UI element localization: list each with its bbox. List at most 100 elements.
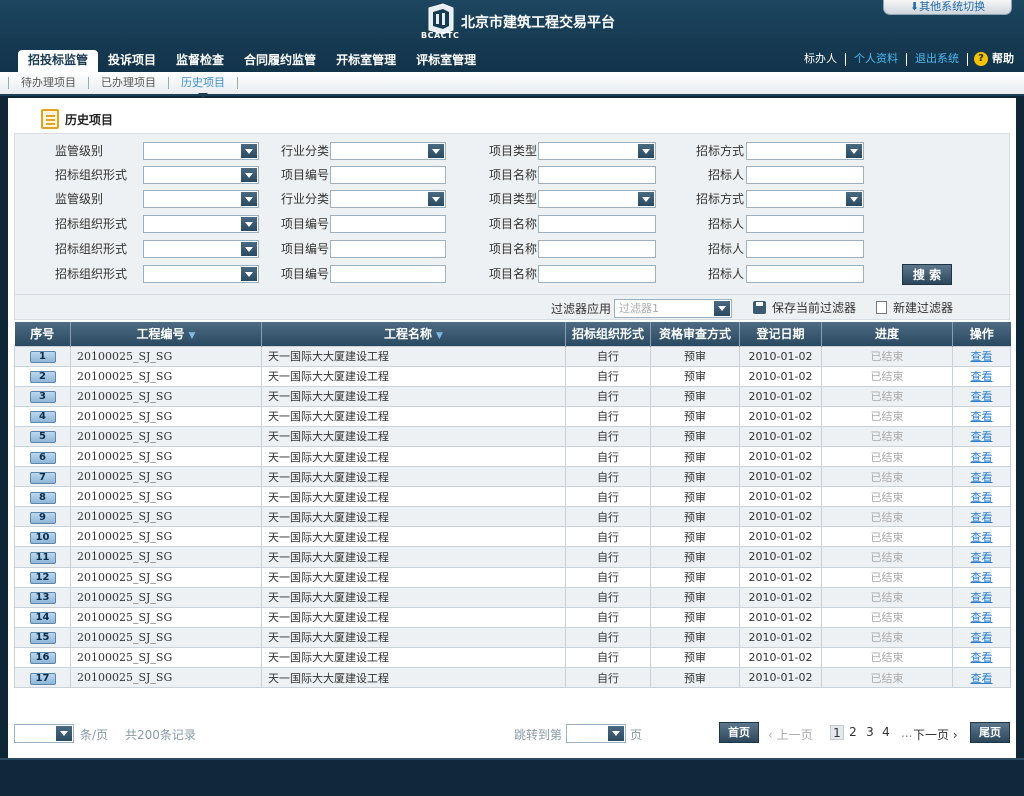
view-link[interactable]: 查看	[952, 666, 1011, 689]
org-form-cell: 自行	[565, 345, 651, 367]
col-header-name[interactable]: 工程名称 ▼	[261, 322, 566, 346]
filter-panel: 监管级别 行业分类 项目类型 招标方式 招标组织形式 项目编号 项目名称 招标人…	[14, 133, 1011, 320]
supervision-level-select[interactable]	[143, 142, 259, 160]
view-link[interactable]: 查看	[952, 626, 1011, 648]
view-link[interactable]: 查看	[952, 345, 1011, 367]
bid-org-form-select[interactable]	[143, 166, 259, 184]
register-date-cell: 2010-01-02	[739, 345, 822, 367]
page-number[interactable]: 1	[830, 725, 844, 740]
bid-org-form-select[interactable]	[143, 215, 259, 233]
register-date-cell: 2010-01-02	[739, 506, 822, 528]
first-page-button[interactable]: 首页	[719, 722, 759, 743]
bid-method-select[interactable]	[746, 142, 864, 160]
table-row: 5 20100025_SJ_SG 天一国际大大厦建设工程 自行 预审 2010-01-02…	[14, 425, 1011, 447]
row-number-badge: 8	[29, 491, 56, 504]
tenderer-input[interactable]	[746, 265, 864, 283]
help-link[interactable]: 帮助	[992, 52, 1014, 66]
project-code-input[interactable]	[330, 166, 446, 184]
register-date-cell: 2010-01-02	[739, 546, 822, 568]
register-date-cell: 2010-01-02	[739, 405, 822, 427]
nav-tab-bid-opening-room[interactable]: 开标室管理	[326, 50, 406, 72]
filter-label: 项目类型	[488, 144, 537, 158]
subnav-tab-pending[interactable]: 待办理项目	[8, 77, 88, 89]
bid-method-select[interactable]	[746, 190, 864, 208]
sort-down-icon[interactable]: ▼	[436, 331, 443, 341]
row-number-badge: 14	[29, 612, 56, 625]
view-link[interactable]: 查看	[952, 546, 1011, 568]
view-link[interactable]: 查看	[952, 606, 1011, 628]
row-number-cell: 10	[14, 526, 71, 548]
row-number-badge: 12	[29, 572, 56, 585]
tenderer-input[interactable]	[746, 166, 864, 184]
view-link[interactable]: 查看	[952, 425, 1011, 447]
next-page-link[interactable]: 下一页 ›	[913, 726, 958, 743]
tenderer-input[interactable]	[746, 215, 864, 233]
per-page-select[interactable]	[14, 724, 74, 743]
project-code-input[interactable]	[330, 215, 446, 233]
view-link[interactable]: 查看	[952, 385, 1011, 407]
progress-cell: 已结束	[821, 626, 953, 648]
view-link[interactable]: 查看	[952, 466, 1011, 488]
help-icon[interactable]: ?	[974, 52, 988, 66]
project-code-input[interactable]	[330, 265, 446, 283]
table-row: 9 20100025_SJ_SG 天一国际大大厦建设工程 自行 预审 2010-01-02…	[14, 506, 1011, 528]
save-filter-label: 保存当前过滤器	[772, 301, 857, 315]
filter-select[interactable]: 过滤器1	[614, 299, 732, 318]
save-filter-button[interactable]: 保存当前过滤器	[753, 299, 856, 316]
table-row: 8 20100025_SJ_SG 天一国际大大厦建设工程 自行 预审 2010-01-02…	[14, 486, 1011, 508]
table-body: 1 20100025_SJ_SG 天一国际大大厦建设工程 自行 预审 2010-01-02…	[14, 345, 1011, 689]
review-method-cell: 预审	[650, 566, 740, 588]
view-link[interactable]: 查看	[952, 586, 1011, 608]
project-name-input[interactable]	[538, 265, 656, 283]
page-number[interactable]: 4	[879, 725, 893, 740]
other-system-switch-button[interactable]: ⬇其他系统切换	[883, 0, 1012, 15]
prev-page-link[interactable]: ‹ 上一页	[768, 726, 813, 743]
table-row: 12 20100025_SJ_SG 天一国际大大厦建设工程 自行 预审 2010-01-0…	[14, 566, 1011, 588]
project-name-input[interactable]	[538, 215, 656, 233]
view-link[interactable]: 查看	[952, 405, 1011, 427]
logout-link[interactable]: 退出系统	[907, 52, 967, 66]
project-name-input[interactable]	[538, 240, 656, 258]
industry-select[interactable]	[330, 142, 446, 160]
nav-tab-complaint-projects[interactable]: 投诉项目	[98, 50, 166, 72]
nav-tab-evaluation-room[interactable]: 评标室管理	[406, 50, 486, 72]
view-link[interactable]: 查看	[952, 506, 1011, 528]
industry-select[interactable]	[330, 190, 446, 208]
nav-tab-bid-supervision[interactable]: 招投标监管	[18, 50, 99, 72]
project-name-input[interactable]	[538, 166, 656, 184]
supervision-level-select[interactable]	[143, 190, 259, 208]
new-filter-button[interactable]: 新建过滤器	[876, 299, 953, 316]
project-type-select[interactable]	[538, 190, 656, 208]
view-link[interactable]: 查看	[952, 566, 1011, 588]
sort-down-icon[interactable]: ▼	[189, 331, 196, 341]
page-number[interactable]: 2	[846, 725, 860, 740]
last-page-button[interactable]: 尾页	[970, 722, 1010, 743]
project-code-cell: 20100025_SJ_SG	[70, 666, 262, 689]
tenderer-input[interactable]	[746, 240, 864, 258]
jump-page-select[interactable]	[566, 724, 626, 743]
page-number[interactable]: 3	[863, 725, 877, 740]
col-header-code[interactable]: 工程编号 ▼	[70, 322, 262, 346]
view-link[interactable]: 查看	[952, 526, 1011, 548]
view-link[interactable]: 查看	[952, 445, 1011, 468]
profile-link[interactable]: 个人资料	[846, 52, 906, 66]
nav-tab-supervision-inspection[interactable]: 监督检查	[166, 50, 234, 72]
subnav-tab-handled[interactable]: 已办理项目	[88, 77, 168, 89]
project-name-cell: 天一国际大大厦建设工程	[261, 345, 566, 367]
subnav-tab-history[interactable]: 历史项目	[168, 77, 238, 98]
org-form-cell: 自行	[565, 385, 651, 407]
review-method-cell: 预审	[650, 666, 740, 689]
nav-tab-contract-supervision[interactable]: 合同履约监管	[234, 50, 326, 72]
pager-ellipsis: ...	[901, 726, 913, 740]
filter-label: 行业分类	[280, 192, 329, 206]
view-link[interactable]: 查看	[952, 646, 1011, 669]
bid-org-form-select[interactable]	[143, 240, 259, 258]
project-code-input[interactable]	[330, 240, 446, 258]
project-name-cell: 天一国际大大厦建设工程	[261, 546, 566, 568]
project-type-select[interactable]	[538, 142, 656, 160]
bid-org-form-select[interactable]	[143, 265, 259, 283]
search-button[interactable]: 搜 索	[902, 264, 952, 285]
review-method-cell: 预审	[650, 466, 740, 488]
view-link[interactable]: 查看	[952, 486, 1011, 508]
view-link[interactable]: 查看	[952, 365, 1011, 387]
